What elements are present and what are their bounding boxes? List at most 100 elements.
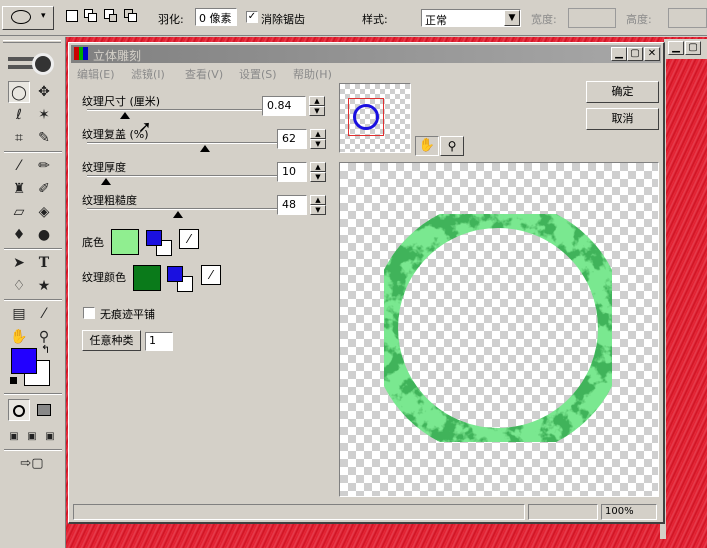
param-spinner[interactable]: ▲ ▼	[310, 162, 326, 182]
menu-filter[interactable]: 滤镜(I)	[131, 66, 165, 82]
pencil-icon[interactable]: ✏	[33, 155, 55, 177]
type-icon[interactable]: T	[33, 252, 55, 274]
pen-icon[interactable]: ♢	[8, 275, 30, 297]
seamless-checkbox[interactable]	[83, 307, 95, 319]
zoom-icon[interactable]: ⚲	[440, 136, 464, 156]
bucket-icon[interactable]: ◈	[33, 201, 55, 223]
maximize-button[interactable]: ▢	[685, 41, 701, 55]
tool-preset-picker[interactable]: ▾	[2, 6, 54, 30]
magic-wand-icon[interactable]: ✶	[33, 104, 55, 126]
cancel-button[interactable]: 取消	[586, 108, 659, 130]
eyedropper-icon[interactable]: ⁄	[179, 229, 199, 249]
feather-label: 羽化:	[158, 13, 184, 26]
menu-edit[interactable]: 编辑(E)	[77, 66, 115, 82]
param-slider-thumb[interactable]	[173, 211, 184, 218]
preview-area[interactable]	[339, 162, 659, 497]
spin-down-icon[interactable]: ▼	[310, 172, 326, 182]
lasso-icon[interactable]: ℓ	[8, 104, 30, 126]
subtract-selection-icon[interactable]	[104, 9, 118, 23]
param-slider-thumb[interactable]	[101, 178, 111, 185]
texture-color-swatch[interactable]	[133, 265, 161, 291]
param-spinner[interactable]: ▲ ▼	[309, 96, 325, 116]
dodge-icon[interactable]: ●	[33, 224, 55, 246]
chevron-down-icon: ▾	[41, 11, 46, 21]
menu-settings[interactable]: 设置(S)	[239, 66, 277, 82]
param-value-input[interactable]: 0.84	[262, 96, 306, 116]
hand-icon[interactable]: ✋	[8, 326, 30, 348]
texture-color-picker[interactable]	[165, 264, 197, 294]
stamp-icon[interactable]: ♜	[8, 178, 30, 200]
notes-icon[interactable]: ▤	[8, 303, 30, 325]
screen-mode-standard-icon[interactable]: ▣	[6, 426, 22, 448]
style-select[interactable]: 正常 ▼	[421, 9, 521, 27]
menu-view[interactable]: 查看(V)	[185, 66, 223, 82]
param-value-input[interactable]: 62	[277, 129, 307, 149]
app-logo-icon[interactable]	[4, 51, 58, 79]
history-brush-icon[interactable]: ✐	[33, 178, 55, 200]
blur-icon[interactable]: ♦	[8, 224, 30, 246]
param-spinner[interactable]: ▲ ▼	[310, 195, 326, 215]
spin-up-icon[interactable]: ▲	[310, 162, 326, 172]
slice-icon[interactable]: ✎	[33, 127, 55, 149]
default-colors-icon[interactable]	[10, 377, 17, 384]
close-button[interactable]: ✕	[644, 47, 660, 61]
param-slider-thumb[interactable]	[120, 112, 130, 119]
standard-mode-icon[interactable]	[8, 399, 30, 421]
param-slider-track[interactable]	[87, 208, 277, 210]
navigator-thumbnail[interactable]	[339, 83, 411, 153]
ok-button[interactable]: 确定	[586, 81, 659, 103]
swap-colors-icon[interactable]: ↰	[41, 343, 50, 356]
param-slider-track[interactable]	[87, 175, 277, 177]
foreground-color-swatch-fill[interactable]	[11, 348, 37, 374]
base-color-swatch[interactable]	[111, 229, 139, 255]
spin-up-icon[interactable]: ▲	[310, 129, 326, 139]
minimize-button[interactable]: ▁	[668, 41, 684, 55]
eyedropper-icon[interactable]: ⁄	[33, 303, 55, 325]
eraser-icon[interactable]: ▱	[8, 201, 30, 223]
separator	[4, 299, 62, 301]
new-selection-icon[interactable]	[66, 10, 78, 22]
options-bar: ▾ 羽化: 0 像素 ✓ 消除锯齿 样式: 正常 ▼ 宽度: 高度:	[0, 0, 707, 36]
separator	[4, 248, 62, 250]
marquee-ellipse-icon[interactable]: ◯	[8, 81, 30, 103]
random-seed-input[interactable]: 1	[145, 332, 173, 351]
base-color-picker[interactable]	[144, 228, 176, 258]
move-icon[interactable]: ✥	[33, 81, 55, 103]
minimize-button[interactable]: ▁	[611, 47, 627, 61]
jump-to-imageready-icon[interactable]: ⇨▢	[12, 453, 52, 475]
spin-up-icon[interactable]: ▲	[309, 96, 325, 106]
param-label: 纹理厚度	[82, 161, 126, 174]
param-spinner[interactable]: ▲ ▼	[310, 129, 326, 149]
quick-mask-icon[interactable]	[33, 399, 55, 421]
brush-icon[interactable]: ⁄	[8, 155, 30, 177]
eyedropper-icon[interactable]: ⁄	[201, 265, 221, 285]
param-value-input[interactable]: 48	[277, 195, 307, 215]
screen-mode-full-icon[interactable]: ▣	[42, 426, 58, 448]
ring-thumbnail	[353, 104, 379, 130]
add-selection-icon[interactable]	[84, 9, 98, 23]
param-slider-track[interactable]	[87, 109, 277, 111]
hand-icon[interactable]: ✋	[415, 136, 439, 156]
spin-down-icon[interactable]: ▼	[310, 139, 326, 149]
param-slider-track[interactable]	[87, 142, 277, 144]
maximize-button[interactable]: ▢	[627, 47, 643, 61]
spin-up-icon[interactable]: ▲	[310, 195, 326, 205]
dialog-app-icon	[74, 47, 88, 60]
feather-input[interactable]: 0 像素	[195, 8, 237, 26]
param-value-input[interactable]: 10	[277, 162, 307, 182]
screen-mode-menubar-icon[interactable]: ▣	[24, 426, 40, 448]
chevron-down-icon[interactable]: ▼	[504, 10, 520, 26]
path-select-icon[interactable]: ➤	[8, 252, 30, 274]
shape-icon[interactable]: ★	[33, 275, 55, 297]
toolbox-grip[interactable]	[3, 40, 61, 43]
spin-down-icon[interactable]: ▼	[310, 205, 326, 215]
spin-down-icon[interactable]: ▼	[309, 106, 325, 116]
param-slider-thumb[interactable]	[199, 145, 210, 152]
antialias-checkbox[interactable]: ✓	[246, 11, 258, 23]
menu-help[interactable]: 帮助(H)	[293, 66, 332, 82]
crop-icon[interactable]: ⌗	[8, 127, 30, 149]
dialog-titlebar[interactable]: 立体雕刻 ▁ ▢ ✕	[71, 45, 661, 63]
separator	[4, 393, 62, 395]
intersect-selection-icon[interactable]	[124, 9, 138, 23]
random-button[interactable]: 任意种类	[82, 330, 141, 351]
